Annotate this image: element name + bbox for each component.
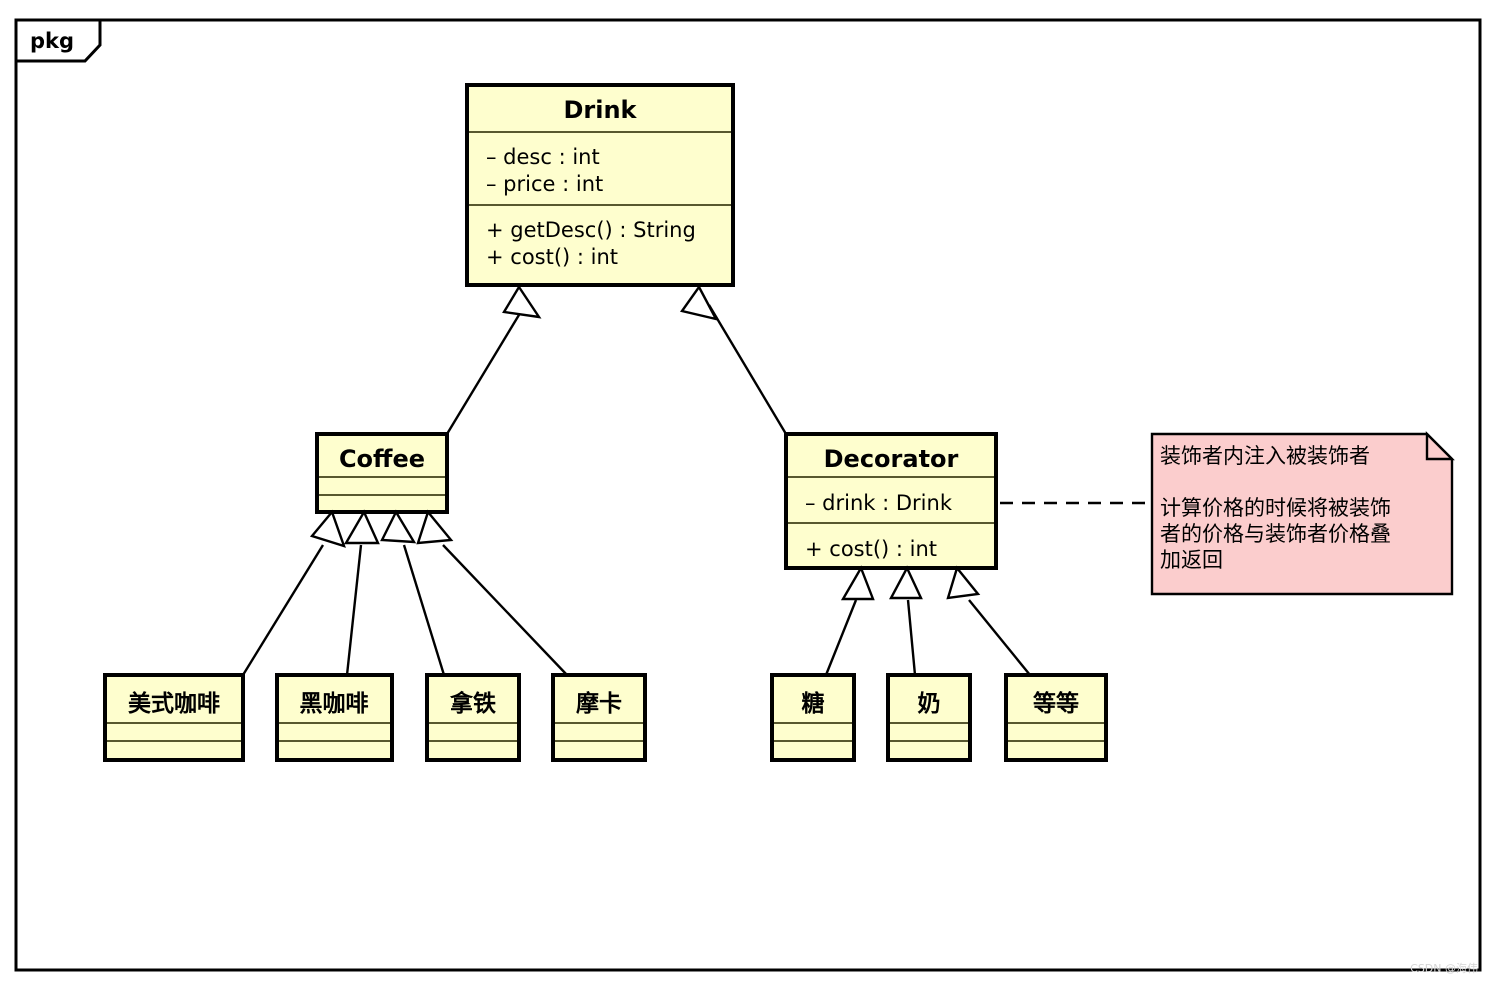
- note-line-3: 者的价格与装饰者价格叠: [1160, 522, 1391, 546]
- note-line-0: 装饰者内注入被装饰者: [1160, 444, 1370, 468]
- diagram-canvas: pkg Drink – desc : int – price : int + g…: [14, 18, 1482, 975]
- class-sugar[interactable]: 糖: [770, 673, 856, 762]
- class-latte-name: 拿铁: [449, 690, 496, 717]
- class-etc-box: [1004, 673, 1108, 762]
- class-black-coffee-name: 黑咖啡: [300, 691, 369, 717]
- class-milk-box: [886, 673, 972, 762]
- class-mocha-name: 摩卡: [576, 690, 622, 717]
- class-latte[interactable]: 拿铁: [425, 673, 521, 762]
- class-coffee[interactable]: Coffee: [315, 432, 449, 514]
- class-milk[interactable]: 奶: [886, 673, 972, 762]
- class-drink-attr-1: – price : int: [486, 172, 603, 196]
- class-americano-name: 美式咖啡: [128, 690, 220, 717]
- watermark-label: CSDN @海伟: [1410, 961, 1478, 975]
- note-decorator-explanation[interactable]: 装饰者内注入被装饰者 计算价格的时候将被装饰 者的价格与装饰者价格叠 加返回: [1150, 431, 1455, 596]
- class-drink-name: Drink: [563, 96, 637, 124]
- class-decorator-name: Decorator: [824, 445, 959, 473]
- class-drink-method-0: + getDesc() : String: [486, 218, 696, 242]
- class-sugar-name: 糖: [802, 690, 825, 717]
- note-line-4: 加返回: [1160, 548, 1223, 572]
- class-mocha[interactable]: 摩卡: [551, 673, 647, 762]
- class-americano-box: [103, 673, 245, 762]
- class-drink[interactable]: Drink – desc : int – price : int + getDe…: [465, 83, 735, 287]
- uml-class-diagram: pkg Drink – desc : int – price : int + g…: [0, 0, 1496, 986]
- class-mocha-box: [551, 673, 647, 762]
- note-line-2: 计算价格的时候将被装饰: [1160, 496, 1391, 520]
- class-etc[interactable]: 等等: [1004, 673, 1108, 762]
- class-sugar-box: [770, 673, 856, 762]
- class-coffee-name: Coffee: [339, 445, 425, 473]
- class-decorator[interactable]: Decorator – drink : Drink + cost() : int: [784, 432, 998, 570]
- class-etc-name: 等等: [1033, 690, 1079, 717]
- class-black-coffee[interactable]: 黑咖啡: [275, 673, 394, 762]
- class-decorator-method-0: + cost() : int: [805, 537, 937, 561]
- class-drink-method-1: + cost() : int: [486, 245, 618, 269]
- class-americano[interactable]: 美式咖啡: [103, 673, 245, 762]
- package-label: pkg: [30, 29, 74, 53]
- class-milk-name: 奶: [918, 691, 941, 717]
- class-drink-attr-0: – desc : int: [486, 145, 600, 169]
- class-decorator-attr-0: – drink : Drink: [805, 491, 953, 515]
- class-black-coffee-box: [275, 673, 394, 762]
- class-latte-box: [425, 673, 521, 762]
